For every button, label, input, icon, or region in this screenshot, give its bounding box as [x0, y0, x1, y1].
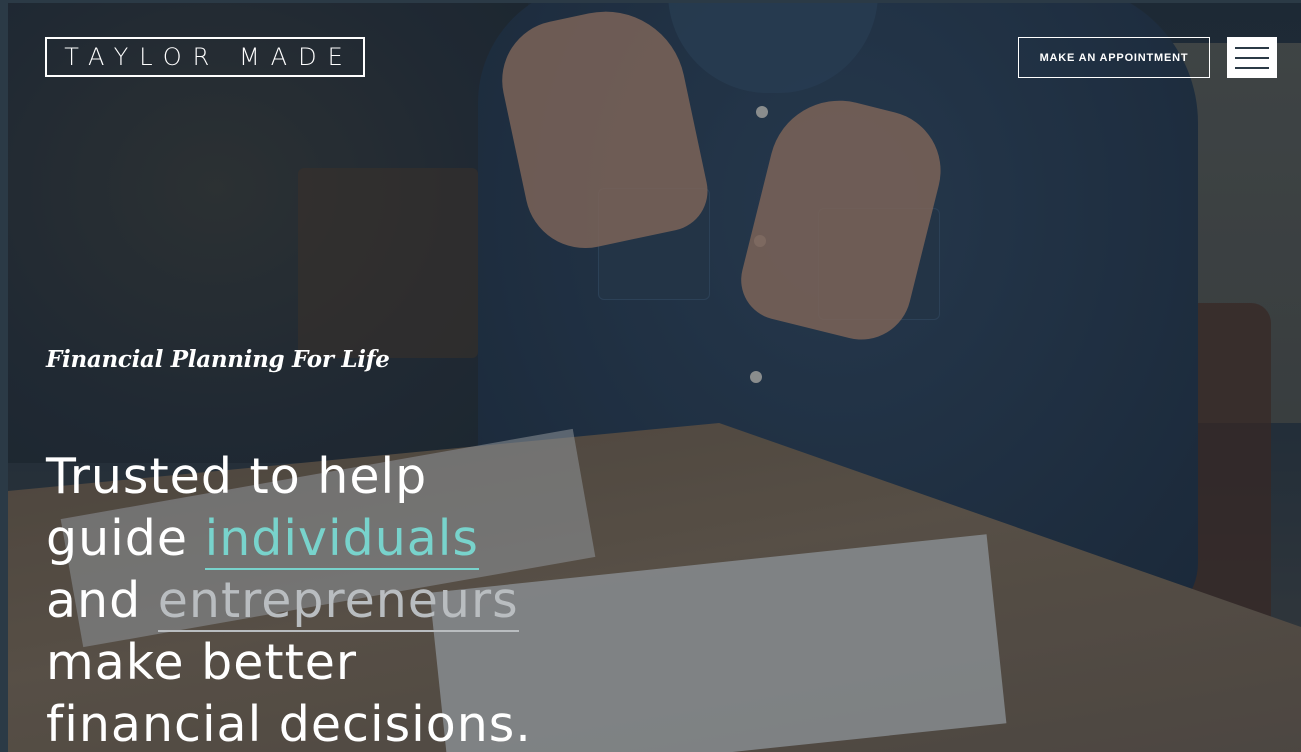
- headline-line-3: and entrepreneurs: [46, 570, 532, 632]
- headline-highlight-entrepreneurs: entrepreneurs: [157, 572, 519, 632]
- hero-headline: Trusted to help guide individuals and en…: [46, 446, 532, 752]
- headline-line-4: make better: [46, 634, 358, 691]
- page: TAYLOR MADE MAKE AN APPOINTMENT Financia…: [0, 0, 1301, 752]
- hero-tagline: Financial Planning For Life: [46, 346, 390, 373]
- menu-bar: [1235, 46, 1269, 49]
- headline-line-1: Trusted to help: [46, 448, 428, 505]
- logo[interactable]: TAYLOR MADE: [45, 37, 365, 77]
- headline-text: and: [46, 572, 158, 629]
- hamburger-menu-icon[interactable]: [1227, 37, 1277, 78]
- headline-line-2: guide individuals: [46, 508, 532, 570]
- menu-bar: [1235, 66, 1269, 69]
- headline-line-5: financial decisions.: [46, 696, 532, 752]
- make-appointment-button[interactable]: MAKE AN APPOINTMENT: [1018, 37, 1210, 78]
- headline-text: guide: [46, 510, 205, 567]
- menu-bar: [1235, 56, 1269, 59]
- headline-highlight-individuals: individuals: [204, 510, 479, 570]
